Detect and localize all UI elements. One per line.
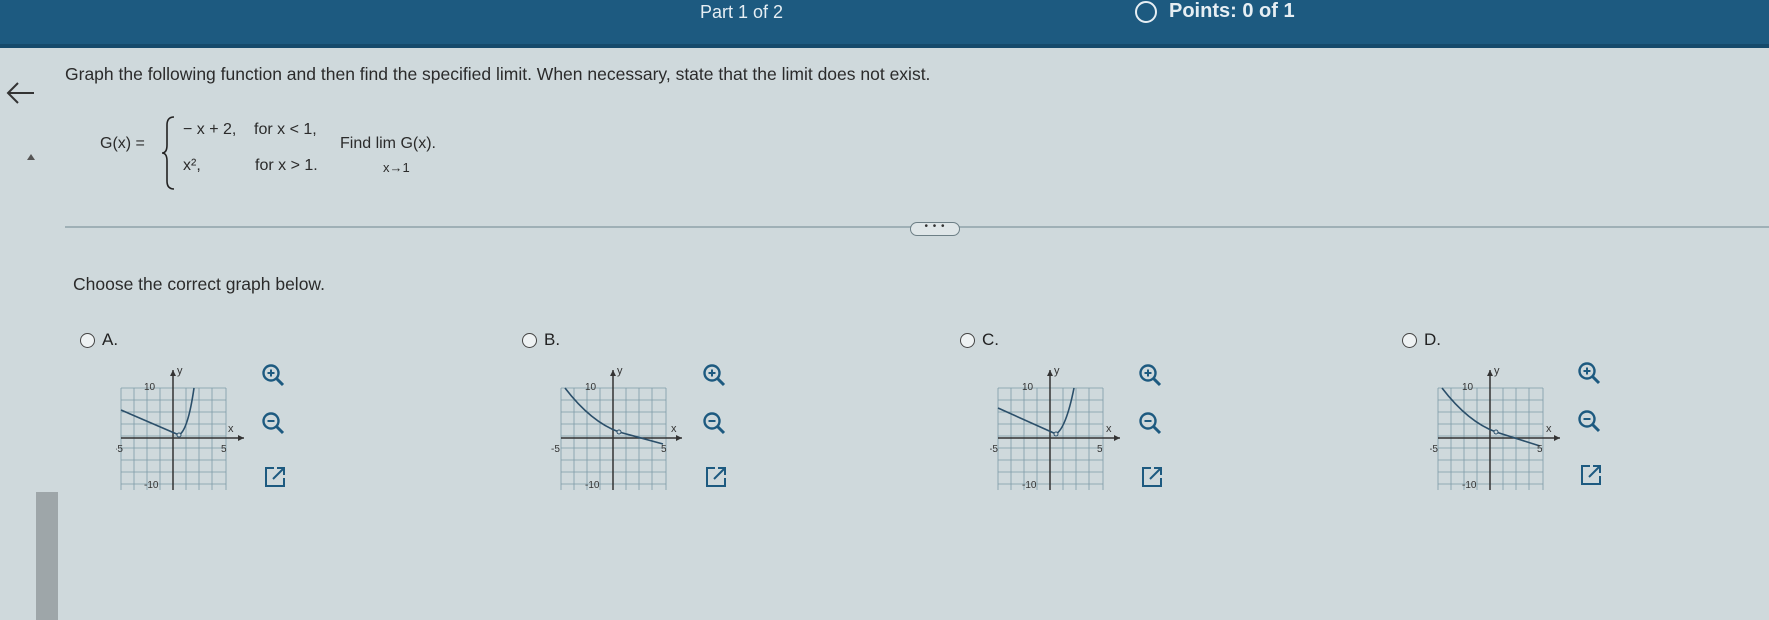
option-b[interactable]: B.: [522, 330, 560, 350]
option-c-label: C.: [982, 330, 999, 349]
graph-c[interactable]: y x 10 -10 -5 5: [990, 360, 1125, 500]
more-button[interactable]: • • •: [910, 222, 960, 236]
graph-d[interactable]: y x 10 -10 -5 5: [1430, 360, 1565, 500]
graph-c-xmin: -5: [990, 444, 998, 455]
graph-a-xmax: 5: [221, 444, 227, 455]
graph-c-y-label: y: [1054, 365, 1060, 377]
graph-b-ymax: 10: [585, 382, 597, 393]
zoom-in-icon[interactable]: [701, 362, 727, 388]
radio-c[interactable]: [960, 332, 975, 348]
radio-d[interactable]: [1402, 332, 1417, 348]
zoom-out-icon[interactable]: [260, 410, 286, 436]
graph-d-y-label: y: [1494, 365, 1500, 377]
function-name: G(x) =: [100, 135, 145, 152]
graph-d-xmax: 5: [1537, 444, 1543, 455]
top-bar: Part 1 of 2 Points: 0 of 1: [0, 0, 1769, 48]
graph-a[interactable]: y x 10 -10 -5 5: [116, 360, 251, 500]
points-status-circle: [1135, 0, 1157, 23]
graph-c-ymin: -10: [1022, 480, 1037, 491]
zoom-in-icon[interactable]: [1576, 360, 1602, 386]
zoom-out-icon[interactable]: [701, 410, 727, 436]
graph-b[interactable]: y x 10 -10 -5 5: [551, 360, 686, 500]
zoom-in-icon[interactable]: [260, 362, 286, 388]
graph-b-ymin: -10: [585, 480, 600, 491]
graph-b-x-label: x: [671, 423, 677, 435]
question-prompt: Graph the following function and then fi…: [65, 64, 931, 84]
collapse-caret-icon[interactable]: [27, 154, 35, 160]
choose-prompt: Choose the correct graph below.: [73, 274, 325, 294]
radio-b[interactable]: [522, 332, 537, 348]
option-d-label: D.: [1424, 330, 1441, 349]
external-link-icon[interactable]: [262, 464, 288, 490]
graph-a-x-label: x: [228, 423, 234, 435]
graph-a-ymin: -10: [144, 480, 159, 491]
graph-d-ymax: 10: [1462, 382, 1474, 393]
case1-condition: for x < 1,: [254, 121, 317, 138]
back-arrow-icon[interactable]: [4, 78, 38, 108]
limit-subscript: x→1: [383, 160, 410, 175]
graph-a-y-label: y: [177, 365, 183, 377]
graph-d-xmin: -5: [1430, 444, 1438, 455]
option-c[interactable]: C.: [960, 330, 999, 350]
option-a[interactable]: A.: [80, 330, 118, 350]
points-label: Points: 0 of 1: [1169, 0, 1295, 22]
zoom-out-icon[interactable]: [1137, 410, 1163, 436]
left-brace: [161, 116, 175, 190]
graph-a-ymax: 10: [144, 382, 156, 393]
graph-c-x-label: x: [1106, 423, 1112, 435]
graph-b-xmin: -5: [551, 444, 560, 455]
case2-condition: for x > 1.: [255, 157, 318, 174]
case2-expression: x²,: [183, 157, 201, 174]
external-link-icon[interactable]: [1139, 464, 1165, 490]
zoom-in-icon[interactable]: [1137, 362, 1163, 388]
graph-b-y-label: y: [617, 365, 623, 377]
zoom-out-icon[interactable]: [1576, 408, 1602, 434]
graph-a-xmin: -5: [116, 444, 123, 455]
find-limit: Find lim G(x).: [340, 135, 436, 152]
radio-a[interactable]: [80, 332, 95, 348]
option-d[interactable]: D.: [1402, 330, 1441, 350]
option-b-label: B.: [544, 330, 561, 349]
external-link-icon[interactable]: [703, 464, 729, 490]
graph-c-xmax: 5: [1097, 444, 1103, 455]
left-scrollbar[interactable]: [36, 492, 58, 620]
part-indicator: Part 1 of 2: [700, 2, 784, 22]
graph-d-x-label: x: [1546, 423, 1552, 435]
external-link-icon[interactable]: [1578, 462, 1604, 488]
case1-expression: − x + 2,: [183, 121, 237, 138]
points-area: Points: 0 of 1: [1135, 0, 1295, 23]
graph-d-ymin: -10: [1462, 480, 1477, 491]
graph-c-ymax: 10: [1022, 382, 1034, 393]
option-a-label: A.: [102, 330, 119, 349]
graph-b-xmax: 5: [661, 444, 667, 455]
